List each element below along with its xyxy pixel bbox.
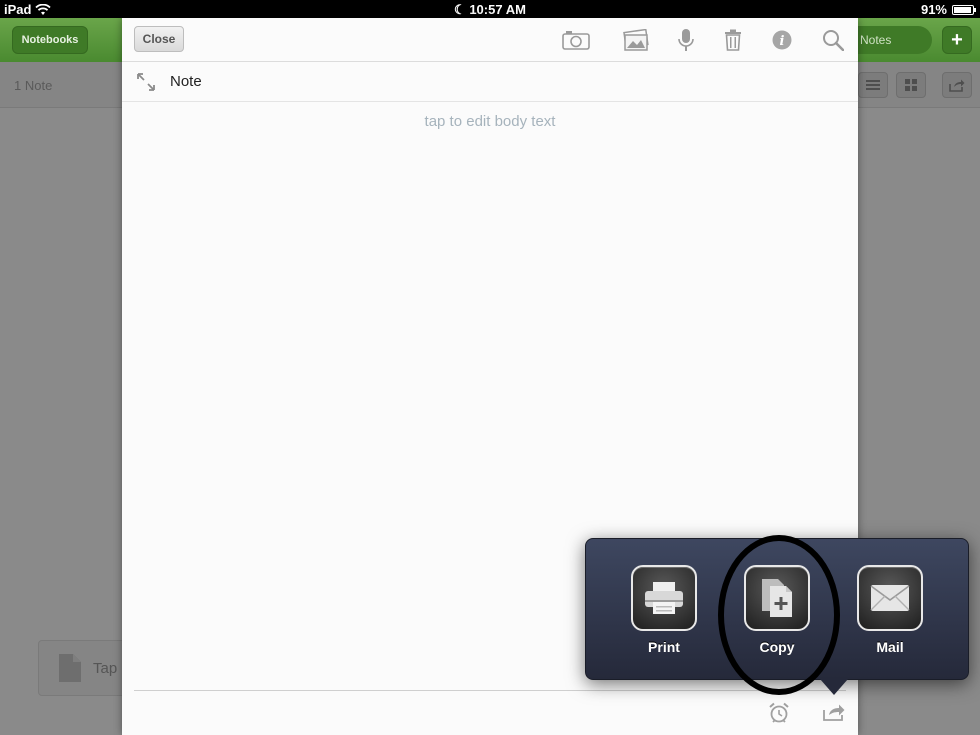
- microphone-icon[interactable]: [678, 28, 694, 52]
- clock: 10:57 AM: [469, 2, 526, 17]
- print-tile[interactable]: [631, 565, 697, 631]
- battery-percent: 91%: [920, 2, 947, 17]
- svg-text:i: i: [780, 34, 785, 49]
- notes-search-field[interactable]: Notes: [858, 26, 932, 54]
- grid-icon: [905, 79, 917, 91]
- share-icon[interactable]: [822, 702, 846, 722]
- camera-icon[interactable]: [562, 28, 590, 52]
- printer-icon: [645, 582, 683, 614]
- alarm-clock-icon[interactable]: [768, 702, 790, 724]
- note-title[interactable]: Note: [170, 73, 202, 90]
- list-icon: [866, 80, 880, 90]
- info-icon[interactable]: i: [772, 28, 792, 52]
- moon-icon: ☾: [454, 2, 466, 17]
- expand-icon[interactable]: [136, 72, 156, 92]
- bottom-divider: [134, 690, 846, 691]
- notebooks-button[interactable]: Notebooks: [12, 26, 88, 54]
- photo-icon[interactable]: [622, 28, 650, 52]
- status-bar: iPad ☾ 10:57 AM 91%: [0, 0, 980, 18]
- note-title-row[interactable]: Note: [122, 62, 858, 102]
- note-body-placeholder[interactable]: tap to edit body text: [122, 113, 858, 130]
- add-note-button[interactable]: +: [942, 26, 972, 54]
- copy-highlight-circle: [718, 535, 840, 695]
- search-icon[interactable]: [822, 28, 844, 52]
- trash-icon[interactable]: [724, 28, 742, 52]
- new-note-icon: [59, 654, 81, 682]
- close-button[interactable]: Close: [134, 26, 184, 52]
- battery-icon: [952, 4, 976, 15]
- share-icon: [949, 79, 965, 92]
- grid-view-button[interactable]: [896, 72, 926, 98]
- mail-tile[interactable]: [857, 565, 923, 631]
- background-share-button[interactable]: [942, 72, 972, 98]
- new-note-label: Tap: [93, 659, 118, 677]
- print-label: Print: [648, 639, 680, 655]
- editor-toolbar: Close i: [122, 18, 858, 62]
- note-count: 1 Note: [14, 78, 53, 93]
- popover-arrow: [820, 679, 848, 695]
- mail-icon: [870, 585, 910, 611]
- share-mail-option[interactable]: Mail: [856, 565, 924, 655]
- list-view-button[interactable]: [858, 72, 888, 98]
- mail-label: Mail: [876, 639, 904, 655]
- share-print-option[interactable]: Print: [630, 565, 698, 655]
